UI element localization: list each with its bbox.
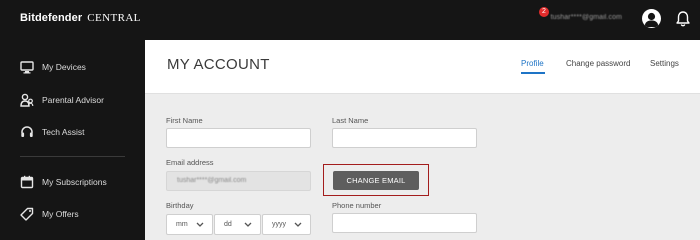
tab-settings[interactable]: Settings (650, 59, 679, 68)
brand-logo[interactable]: Bitdefender CENTRAL (20, 12, 141, 24)
sidebar-item-label: My Devices (42, 62, 86, 72)
active-tab-indicator (521, 72, 545, 74)
birthday-label: Birthday (166, 201, 194, 210)
tab-change-password[interactable]: Change password (566, 59, 630, 68)
monitor-icon (20, 60, 34, 74)
brand-name: Bitdefender (20, 12, 83, 24)
birthday-year-select[interactable]: yyyy (262, 214, 311, 235)
sidebar-divider (20, 156, 125, 157)
notification-badge: 2 (539, 7, 549, 17)
user-email: tushar****@gmail.com (550, 14, 622, 21)
parental-advisor-icon (20, 93, 34, 107)
page-title: MY ACCOUNT (167, 56, 270, 73)
top-bar: tushar****@gmail.com (145, 0, 700, 40)
calendar-icon (20, 175, 34, 189)
sidebar-item-label: Tech Assist (42, 127, 85, 137)
birthday-day-select[interactable]: dd (214, 214, 261, 235)
sidebar-item-parental-advisor[interactable]: Parental Advisor (0, 87, 145, 113)
chevron-down-icon (196, 222, 204, 227)
sidebar-item-label: Parental Advisor (42, 95, 104, 105)
sidebar-item-my-devices[interactable]: My Devices (0, 54, 145, 80)
avatar-icon[interactable] (642, 9, 661, 28)
headset-icon (20, 125, 34, 139)
email-label: Email address (166, 158, 214, 167)
sidebar-item-tech-assist[interactable]: Tech Assist (0, 119, 145, 145)
birthday-month-select[interactable]: mm (166, 214, 213, 235)
phone-label: Phone number (332, 201, 382, 210)
email-value: tushar****@gmail.com (177, 177, 247, 184)
brand-suffix: CENTRAL (87, 12, 141, 24)
select-value: dd (224, 221, 232, 228)
chevron-down-icon (294, 222, 302, 227)
first-name-field[interactable] (166, 128, 311, 148)
select-value: yyyy (272, 221, 286, 228)
account-header: MY ACCOUNT Profile Change password Setti… (145, 40, 700, 94)
bell-icon[interactable] (675, 10, 691, 28)
last-name-label: Last Name (332, 116, 369, 125)
phone-field[interactable] (332, 213, 477, 233)
sidebar-item-label: My Offers (42, 209, 79, 219)
change-email-button[interactable]: CHANGE EMAIL (333, 171, 419, 190)
sidebar: Bitdefender CENTRAL My Devices Parental … (0, 0, 145, 240)
tab-profile[interactable]: Profile (521, 59, 544, 68)
tag-icon (20, 207, 34, 221)
sidebar-item-my-offers[interactable]: My Offers (0, 201, 145, 227)
sidebar-item-my-subscriptions[interactable]: My Subscriptions (0, 169, 145, 195)
sidebar-item-label: My Subscriptions (42, 177, 107, 187)
email-field: tushar****@gmail.com (166, 171, 311, 191)
last-name-field[interactable] (332, 128, 477, 148)
first-name-label: First Name (166, 116, 203, 125)
chevron-down-icon (244, 222, 252, 227)
select-value: mm (176, 221, 188, 228)
